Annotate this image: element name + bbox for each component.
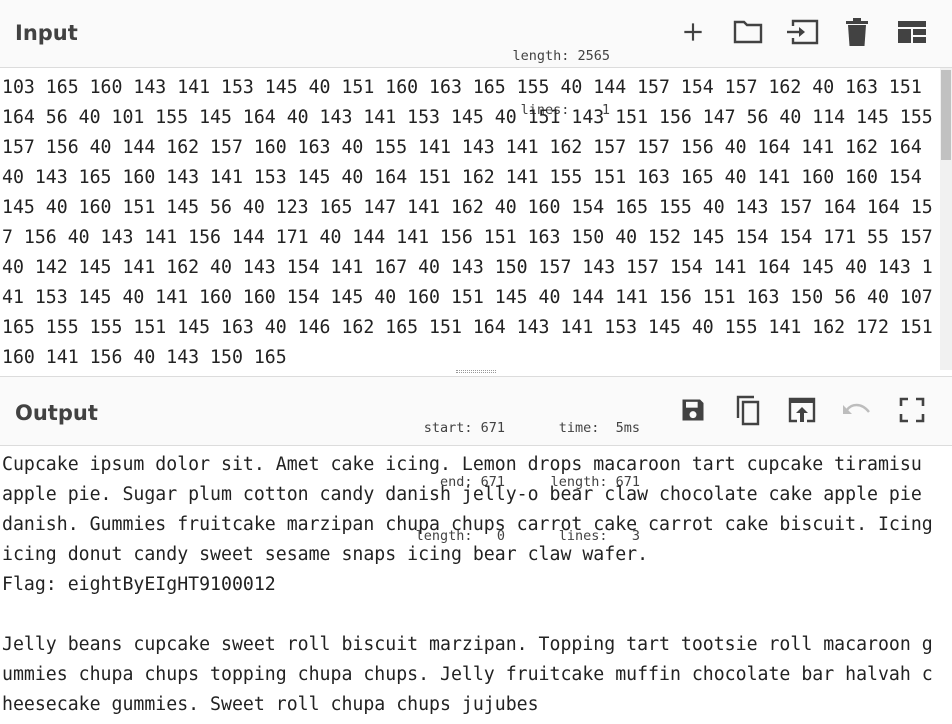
save-output-button[interactable] [675,392,711,428]
maximize-output-button[interactable] [894,392,930,428]
copy-icon [736,395,760,426]
input-title: Input [15,21,78,45]
output-textarea[interactable]: Cupcake ipsum dolor sit. Amet cake icing… [0,450,952,724]
pane-resize-handle[interactable] [456,369,496,375]
folder-icon [733,20,763,44]
input-header: Input length: 2565 lines: 1 [0,0,952,118]
replace-input-button[interactable] [784,392,820,428]
plus-icon [684,23,702,41]
output-start-stat: start: 671 [423,420,505,436]
undo-icon [843,403,870,414]
input-textarea[interactable]: 103 165 160 143 141 153 145 40 151 160 1… [0,73,952,369]
input-length-stat: length: 2565 [512,48,610,64]
clear-input-button[interactable] [839,14,875,50]
output-time-stat: time: 5ms [558,420,640,436]
input-scrollbar[interactable] [940,68,952,370]
copy-output-button[interactable] [730,392,766,428]
trash-icon [846,18,868,46]
maximize-icon [899,397,925,423]
replace-input-icon [788,397,816,423]
reset-layout-button[interactable] [894,14,930,50]
open-file-button[interactable] [730,14,766,50]
import-icon [787,19,819,45]
undo-button[interactable] [839,392,875,428]
input-scrollbar-thumb[interactable] [941,70,951,160]
add-tab-button[interactable] [675,14,711,50]
save-icon [682,399,704,421]
import-button[interactable] [784,14,820,50]
layout-icon [898,21,926,43]
output-title: Output [15,401,98,425]
